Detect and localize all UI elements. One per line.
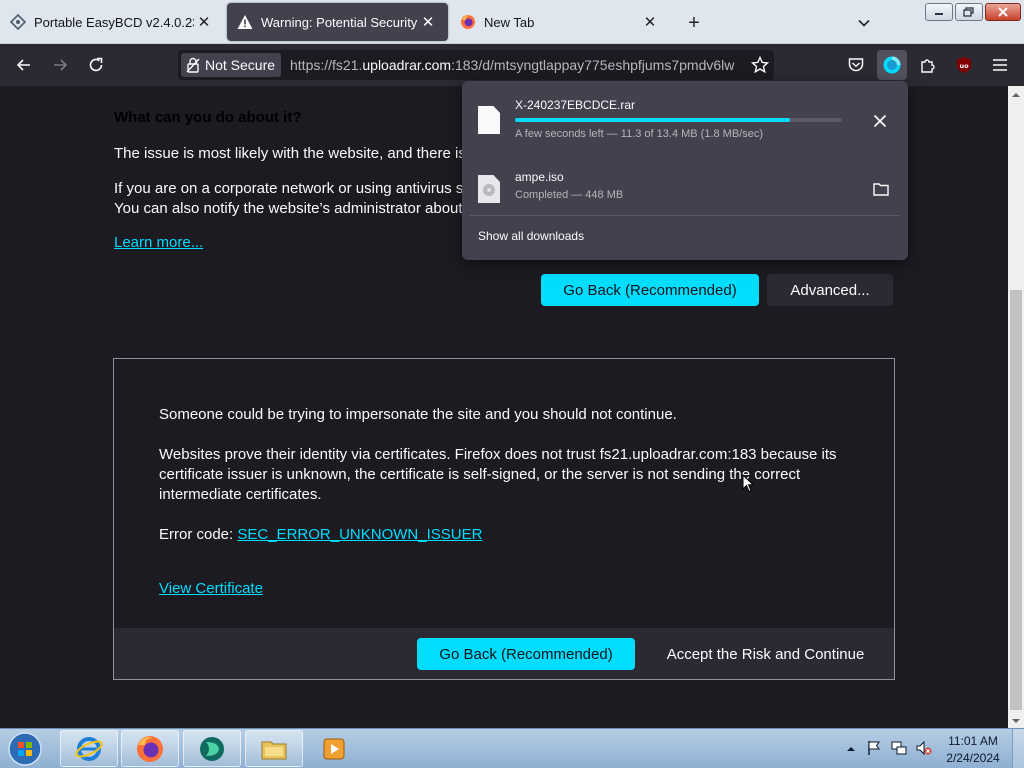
- download-item[interactable]: ampe.iso Completed — 448 MB: [462, 161, 908, 221]
- disc-image-icon: [478, 175, 500, 203]
- minimize-window-button[interactable]: [925, 3, 953, 21]
- download-filename: X-240237EBCDCE.rar: [515, 98, 636, 112]
- go-back-button[interactable]: Go Back (Recommended): [541, 274, 759, 306]
- back-arrow-icon[interactable]: [10, 51, 38, 79]
- downloads-panel: X-240237EBCDCE.rar A few seconds left — …: [462, 81, 908, 260]
- url-path: :183/d/mtsyngtlappay775eshpfjums7pmdv6lw: [451, 57, 735, 73]
- start-button[interactable]: [4, 731, 46, 767]
- explanation-text: You can also notify the website’s admini…: [114, 200, 463, 217]
- mouse-cursor-icon: [742, 473, 755, 493]
- accept-risk-button[interactable]: Accept the Risk and Continue: [643, 638, 888, 670]
- show-hidden-icons-icon[interactable]: [845, 742, 857, 754]
- show-all-downloads-button[interactable]: Show all downloads: [478, 229, 584, 243]
- scroll-up-arrow-icon[interactable]: [1010, 88, 1022, 100]
- clock-date: 2/24/2024: [946, 751, 1000, 765]
- scrollbar-thumb[interactable]: [1010, 290, 1022, 710]
- easybcd-icon: [10, 14, 26, 30]
- url-prefix: https://fs21.: [290, 57, 363, 73]
- firefox-icon[interactable]: [121, 730, 179, 767]
- not-secure-label: Not Secure: [205, 57, 276, 73]
- tab-title: Portable EasyBCD v2.4.0.237 Co: [34, 14, 194, 30]
- screen: Portable EasyBCD v2.4.0.237 Co ✕ Warning…: [0, 0, 1024, 768]
- network-icon[interactable]: [891, 740, 907, 756]
- close-window-button[interactable]: [985, 3, 1021, 21]
- system-clock[interactable]: 11:01 AM 2/24/2024: [940, 733, 1006, 767]
- warning-icon: [237, 14, 253, 30]
- error-code-line: Error code: SEC_ERROR_UNKNOWN_ISSUER: [159, 525, 482, 545]
- broken-lock-icon: [185, 57, 201, 73]
- firefox-icon: [460, 14, 476, 30]
- file-icon: [478, 106, 500, 134]
- tab-title: Warning: Potential Security Risk: [261, 14, 418, 30]
- download-progress-fill: [515, 118, 790, 122]
- show-desktop-button[interactable]: [1012, 729, 1024, 768]
- download-progress-bar: [515, 118, 842, 122]
- tab-security-warning[interactable]: Warning: Potential Security Risk ✕: [227, 3, 448, 41]
- impersonation-warning: Someone could be trying to impersonate t…: [159, 406, 677, 423]
- page-heading: What can you do about it?: [114, 109, 302, 126]
- advanced-button[interactable]: Advanced...: [767, 274, 893, 306]
- learn-more-link[interactable]: Learn more...: [114, 234, 203, 251]
- pocket-icon[interactable]: [842, 51, 870, 79]
- new-tab-button[interactable]: +: [682, 11, 706, 35]
- divider: [470, 215, 900, 216]
- hamburger-menu-icon[interactable]: [986, 51, 1014, 79]
- bookmark-star-icon[interactable]: [748, 53, 772, 77]
- chevron-down-icon[interactable]: [852, 11, 876, 35]
- close-icon[interactable]: ✕: [418, 12, 438, 32]
- download-status: Completed — 448 MB: [515, 189, 624, 201]
- file-explorer-icon[interactable]: [245, 730, 303, 767]
- tab-title: New Tab: [484, 14, 535, 30]
- close-icon[interactable]: ✕: [194, 12, 214, 32]
- folder-icon[interactable]: [869, 177, 893, 201]
- cancel-download-icon[interactable]: [868, 109, 892, 133]
- explanation-text: The issue is most likely with the websit…: [114, 145, 466, 162]
- tab-new-tab[interactable]: New Tab ✕: [450, 0, 670, 44]
- tab-easybcd[interactable]: Portable EasyBCD v2.4.0.237 Co ✕: [0, 0, 224, 44]
- error-code-link[interactable]: SEC_ERROR_UNKNOWN_ISSUER: [237, 526, 482, 543]
- forward-arrow-icon[interactable]: [46, 51, 74, 79]
- explanation-text: If you are on a corporate network or usi…: [114, 180, 464, 197]
- view-certificate-link[interactable]: View Certificate: [159, 580, 263, 597]
- download-item[interactable]: X-240237EBCDCE.rar A few seconds left — …: [462, 92, 908, 152]
- maximize-window-button[interactable]: [955, 3, 983, 21]
- volume-muted-icon[interactable]: [916, 740, 932, 756]
- ublock-origin-icon[interactable]: uo: [950, 51, 978, 79]
- download-filename: ampe.iso: [515, 170, 564, 184]
- url-text[interactable]: https://fs21.uploadrar.com:183/d/mtsyngt…: [290, 57, 742, 75]
- downloads-button[interactable]: [877, 50, 907, 80]
- extensions-puzzle-icon[interactable]: [914, 51, 942, 79]
- download-status: A few seconds left — 11.3 of 13.4 MB (1.…: [515, 128, 764, 140]
- error-code-label: Error code:: [159, 526, 238, 543]
- not-secure-indicator[interactable]: Not Secure: [181, 53, 282, 77]
- clock-time: 11:01 AM: [948, 734, 998, 748]
- action-center-flag-icon[interactable]: [866, 740, 882, 756]
- scroll-down-arrow-icon[interactable]: [1010, 714, 1022, 726]
- media-player-icon[interactable]: [320, 735, 348, 763]
- close-icon[interactable]: ✕: [640, 12, 660, 32]
- reload-icon[interactable]: [82, 51, 110, 79]
- media-app-icon[interactable]: [183, 730, 241, 767]
- go-back-button[interactable]: Go Back (Recommended): [417, 638, 635, 670]
- svg-text:uo: uo: [959, 62, 969, 70]
- url-host: uploadrar.com: [362, 57, 452, 73]
- internet-explorer-icon[interactable]: [60, 730, 118, 767]
